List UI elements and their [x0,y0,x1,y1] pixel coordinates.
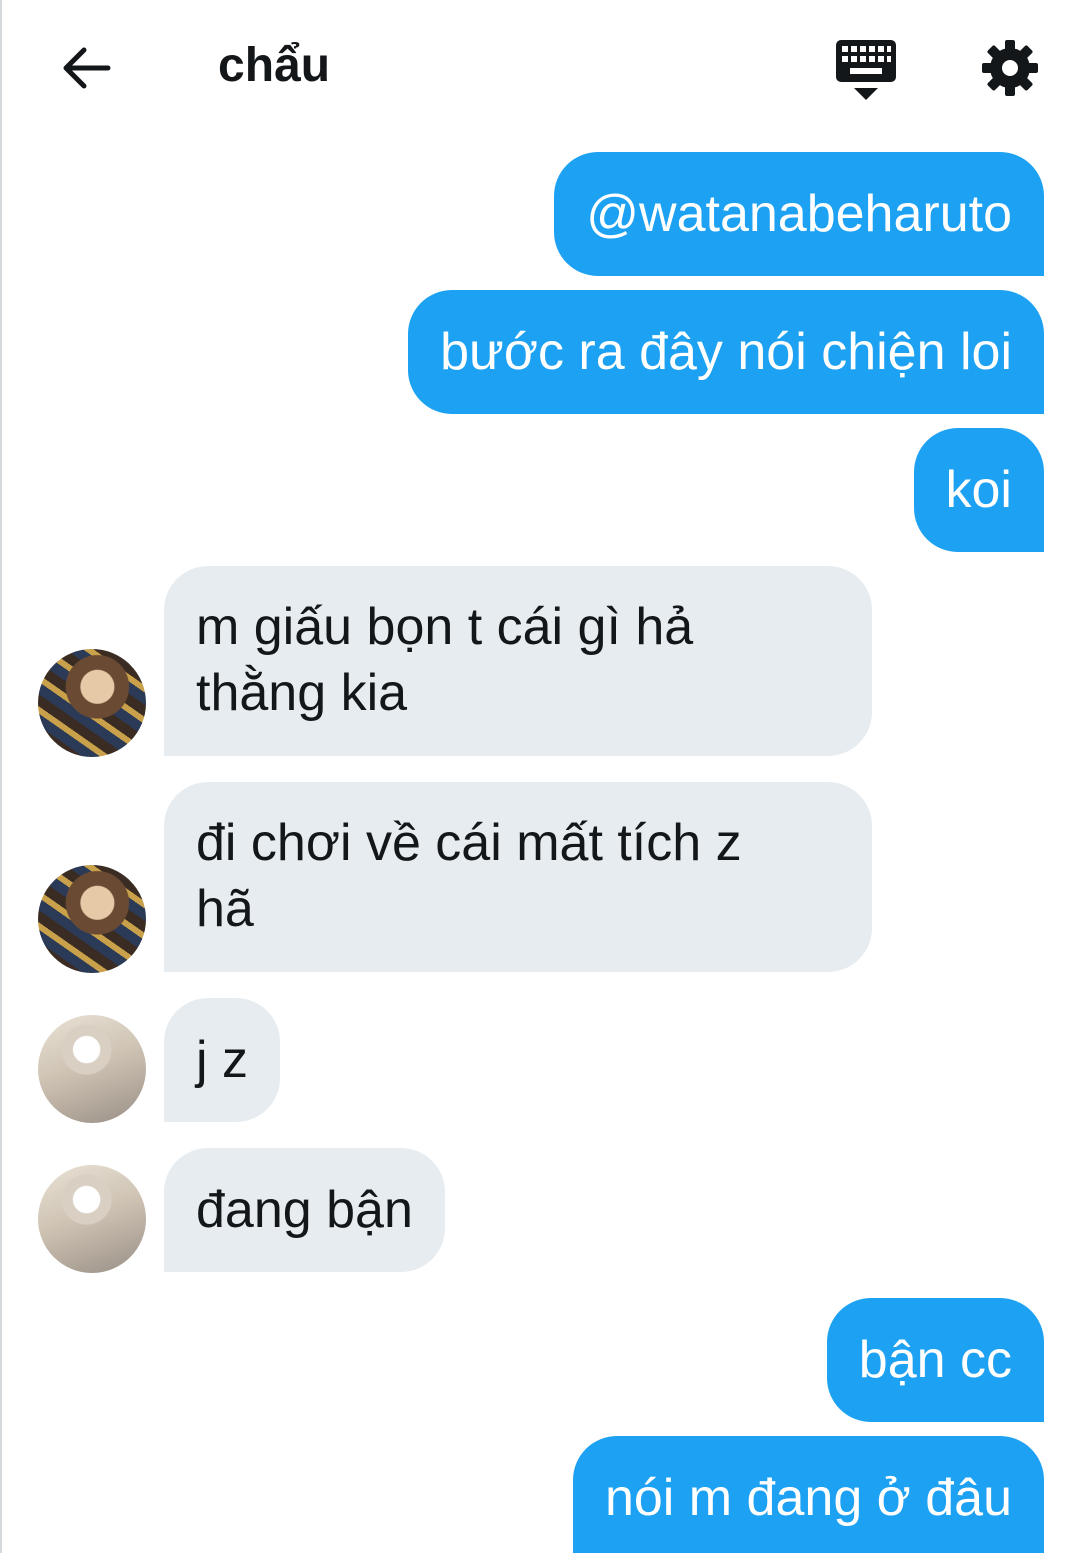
settings-button[interactable] [978,36,1042,100]
keyboard-icon [836,40,896,100]
message-bubble-outgoing[interactable]: bận cc [826,1298,1044,1422]
message-text-line: hã [196,880,254,938]
message-bubble-incoming[interactable]: m giấu bọn t cái gì hả thằng kia [164,566,872,756]
conversation-header: chẩu [2,0,1080,135]
message-text: nói m đang ở đâu [604,1469,1012,1527]
back-button[interactable] [54,38,118,98]
message-bubble-outgoing[interactable]: bước ra đây nói chiện loi [408,290,1044,414]
message-bubble-incoming[interactable]: j z [164,998,280,1122]
message-text-line: m giấu bọn t cái gì hả [196,598,694,656]
avatar[interactable] [38,1165,146,1273]
message-text: @watanabeharuto [586,185,1012,243]
arrow-left-icon [63,47,111,89]
message-text: koi [945,461,1012,519]
dm-conversation-screen: chẩu @watanabeharuto bước ra đây nói chi… [0,0,1080,1553]
message-text-line: thằng kia [196,664,408,722]
message-bubble-incoming[interactable]: đi chơi về cái mất tích z hã [164,782,872,972]
keyboard-button[interactable] [832,36,902,102]
message-bubble-outgoing[interactable]: koi [913,428,1044,552]
message-text: j z [196,1031,248,1089]
message-bubble-outgoing[interactable]: nói m đang ở đâu [572,1436,1044,1553]
gear-icon [982,40,1038,96]
conversation-title: chẩu [218,39,331,92]
message-text: đang bận [196,1181,413,1239]
message-bubble-incoming[interactable]: đang bận [164,1148,445,1272]
message-text: bước ra đây nói chiện loi [440,323,1012,381]
message-text: bận cc [858,1331,1012,1389]
avatar[interactable] [38,865,146,973]
message-bubble-outgoing[interactable]: @watanabeharuto [554,152,1044,276]
message-text-line: đi chơi về cái mất tích z [196,814,742,872]
avatar[interactable] [38,649,146,757]
avatar[interactable] [38,1015,146,1123]
